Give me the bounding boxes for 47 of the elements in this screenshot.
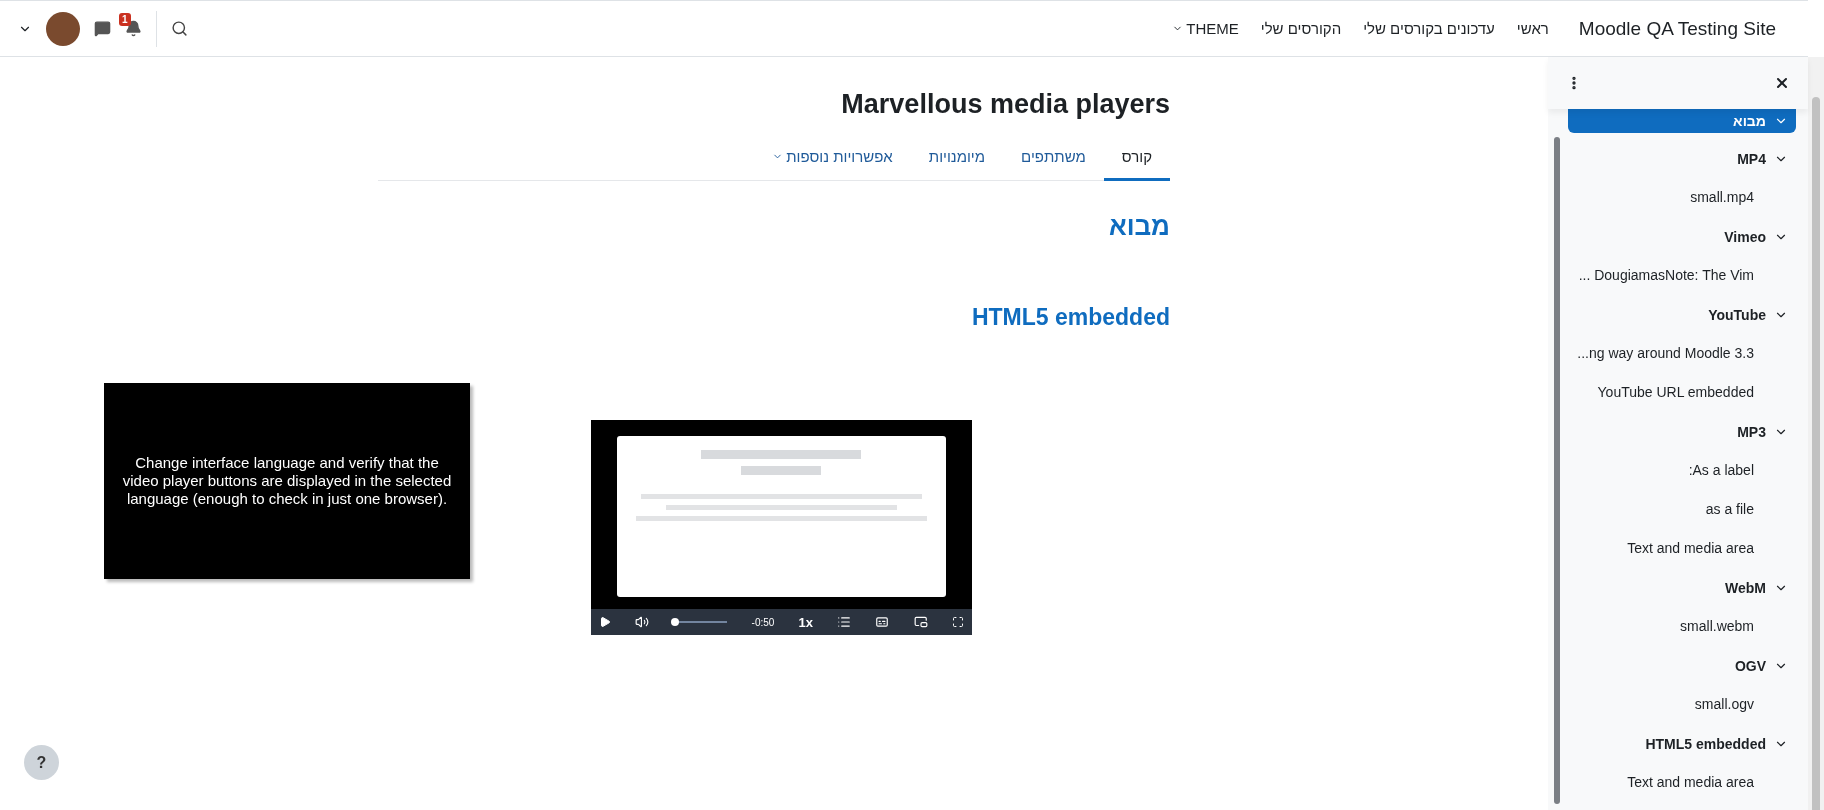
course-activity-link[interactable]: small.mp4 xyxy=(1568,178,1796,217)
course-activity-link[interactable]: YouTube URL embedded xyxy=(1568,373,1796,412)
course-section-link[interactable]: MP3 xyxy=(1568,412,1796,451)
scrollbar[interactable] xyxy=(1554,137,1560,804)
volume-button[interactable] xyxy=(635,615,650,629)
chat-icon[interactable] xyxy=(94,20,111,37)
page-scrollbar[interactable] xyxy=(1808,57,1824,810)
course-tab[interactable]: קורס xyxy=(1103,134,1170,181)
search-icon[interactable] xyxy=(171,20,188,37)
course-section-link[interactable]: Vimeo xyxy=(1568,217,1796,256)
nav-dropdown[interactable]: THEME xyxy=(1172,20,1239,37)
user-avatar[interactable] xyxy=(46,11,80,46)
course-section-link[interactable]: MP4 xyxy=(1568,139,1796,178)
course-activity-link[interactable]: Text and media area xyxy=(1568,529,1796,568)
time-remaining: -0:50 xyxy=(751,616,775,628)
speed-button[interactable]: 1x xyxy=(798,614,814,630)
course-section-link[interactable]: YouTube xyxy=(1568,295,1796,334)
course-title: Marvellous media players xyxy=(840,89,1170,120)
site-name[interactable]: Moodle QA Testing Site xyxy=(1578,17,1776,40)
course-activity-link[interactable]: :As a label xyxy=(1568,451,1796,490)
more-menu-tab[interactable]: אפשרויות נוספות xyxy=(754,134,911,181)
play-button[interactable] xyxy=(599,616,611,628)
section-heading: מבוא xyxy=(1107,211,1170,242)
course-tab[interactable]: משתתפים xyxy=(1003,134,1104,181)
instruction-note: Change interface language and verify that the video player buttons are displayed in the selected language (enough to check in just one browser). xyxy=(104,383,470,579)
course-section-link[interactable]: OGV xyxy=(1568,646,1796,685)
help-button[interactable]: ? xyxy=(24,745,59,780)
course-activity-link[interactable]: ... DougiamasNote: The Vim xyxy=(1568,256,1796,295)
notification-badge: 1 xyxy=(119,13,131,26)
nav-link[interactable]: ראשי xyxy=(1516,20,1549,37)
course-section-link[interactable]: מבוא xyxy=(1568,109,1796,133)
fullscreen-button[interactable] xyxy=(951,616,964,628)
nav-link[interactable]: הקורסים שלי xyxy=(1260,20,1342,37)
picture-in-picture-button[interactable] xyxy=(913,615,928,629)
close-icon[interactable] xyxy=(1774,75,1790,91)
course-activity-link[interactable]: Text and media area xyxy=(1568,763,1796,802)
course-activity-link[interactable]: small.webm xyxy=(1568,607,1796,646)
chapters-button[interactable] xyxy=(837,615,852,629)
course-section-link[interactable]: HTML5 embedded xyxy=(1568,724,1796,763)
course-activity-link[interactable]: ...ng way around Moodle 3.3 xyxy=(1568,334,1796,373)
course-section-link[interactable]: WebM xyxy=(1568,568,1796,607)
course-activity-link[interactable]: as a file xyxy=(1568,490,1796,529)
captions-button[interactable] xyxy=(875,615,890,629)
course-activity-link[interactable]: small.ogv xyxy=(1568,685,1796,724)
section-heading: HTML5 embedded xyxy=(970,304,1170,331)
nav-link[interactable]: עדכונים בקורסים שלי xyxy=(1363,20,1495,37)
course-tab[interactable]: מיומנויות xyxy=(910,134,1004,181)
